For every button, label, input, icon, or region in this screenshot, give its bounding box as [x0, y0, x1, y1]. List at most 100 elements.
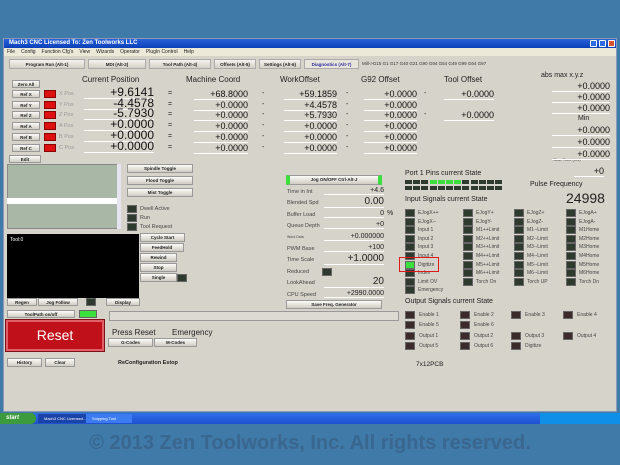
- single-button[interactable]: Single: [140, 273, 177, 282]
- jog-toggle-button[interactable]: Jog ON/OFF Ctrl-Alt-J: [286, 175, 382, 185]
- start-button[interactable]: start: [0, 413, 36, 424]
- machine-coord-dro[interactable]: +0.0000: [194, 121, 248, 133]
- flood-toggle-button[interactable]: Flood Toggle: [127, 176, 193, 185]
- input-signal-label: EJogY-: [476, 218, 492, 225]
- work-offset-dro[interactable]: +0.0000: [284, 121, 337, 133]
- equals-sign: =: [168, 90, 173, 97]
- port-pin-led: [495, 186, 503, 190]
- diag-label: Word Data: [287, 234, 304, 239]
- tool-offset-dro[interactable]: +0.0000: [444, 89, 494, 100]
- g92-offset-dro[interactable]: +0.0000: [364, 132, 417, 143]
- work-offset-dro[interactable]: +4.4578: [284, 100, 337, 111]
- machine-coord-dro[interactable]: +0.0000: [194, 100, 248, 111]
- mist-toggle-button[interactable]: Mist Toggle: [127, 188, 193, 197]
- list-scrollbar[interactable]: [117, 164, 121, 229]
- machine-coord-dro[interactable]: +68.8000: [194, 89, 248, 100]
- ref-z-button[interactable]: Ref Z: [12, 111, 40, 120]
- axis-ref-led: [44, 111, 56, 120]
- tab[interactable]: Tool Path (Alt-4): [149, 59, 211, 69]
- abs-max-dro[interactable]: +0.0000: [552, 103, 610, 114]
- reset-button[interactable]: Reset: [5, 319, 105, 352]
- tab[interactable]: Offsets (Alt-5): [214, 59, 256, 69]
- maximize-button[interactable]: [599, 40, 606, 47]
- minimize-button[interactable]: [590, 40, 597, 47]
- feedhold-button[interactable]: FeedHold: [140, 243, 184, 252]
- menu-item[interactable]: Operator: [120, 49, 140, 55]
- g92-offset-dro[interactable]: +0.0000: [364, 110, 417, 122]
- menu-item[interactable]: Wizards: [96, 49, 114, 55]
- ref-x-button[interactable]: Ref X: [12, 90, 40, 98]
- ref-a-button[interactable]: Ref A: [12, 122, 40, 131]
- taskbar-item-mach3[interactable]: Mach3 CNC Licensed...: [38, 414, 86, 423]
- input-led: [463, 277, 473, 286]
- zero-all-button[interactable]: Zero All: [12, 80, 40, 88]
- tool-offset-dro[interactable]: +0.0000: [444, 110, 494, 122]
- close-button[interactable]: [608, 40, 615, 47]
- diag-label: Buffer Load: [287, 211, 316, 218]
- stop-button[interactable]: Stop: [140, 263, 177, 272]
- machine-coord-dro[interactable]: +0.0000: [194, 143, 248, 154]
- g-codes-button[interactable]: G-Codes: [108, 338, 153, 347]
- diag-value: +0.000000: [324, 233, 384, 241]
- tab[interactable]: Diagnostics (Alt-7): [304, 59, 359, 69]
- menu-item[interactable]: Function Cfg's: [42, 49, 74, 55]
- output-led: [460, 311, 470, 319]
- display-button[interactable]: Display: [106, 298, 140, 306]
- work-offset-dro[interactable]: +0.0000: [284, 143, 337, 154]
- machine-coord-dro[interactable]: +0.0000: [194, 132, 248, 143]
- min-dro[interactable]: +0.0000: [552, 137, 610, 148]
- regen-button[interactable]: Regen: [7, 298, 37, 306]
- taskbar-item-snipping[interactable]: Snipping Tool: [86, 414, 132, 423]
- output-signals-title: Output Signals current State: [405, 298, 493, 305]
- menu-item[interactable]: View: [79, 49, 90, 55]
- work-offset-dro[interactable]: +0.0000: [284, 132, 337, 143]
- rewind-button[interactable]: Rewind: [140, 253, 177, 262]
- output-led: [563, 331, 573, 340]
- min-dro[interactable]: +0.0000: [552, 125, 610, 136]
- menu-item[interactable]: Help: [184, 49, 194, 55]
- minus-sign: -: [262, 122, 265, 130]
- history-button[interactable]: History: [7, 358, 42, 367]
- m-codes-button[interactable]: M-Codes: [154, 338, 197, 347]
- menu-item[interactable]: File: [7, 49, 15, 55]
- ref-y-button[interactable]: Ref Y: [12, 100, 40, 109]
- tab[interactable]: Settings (Alt-6): [259, 59, 301, 69]
- ref-b-button[interactable]: Ref B: [12, 132, 40, 141]
- jog-follow-button[interactable]: Jog Follow: [38, 298, 78, 306]
- toolpath-toggle-button[interactable]: ToolPath on/off: [7, 310, 75, 318]
- input-led: [405, 286, 415, 295]
- input-signal-label: M6Home: [579, 270, 600, 277]
- mdi-history-list[interactable]: [7, 164, 121, 229]
- abs-max-dro[interactable]: +0.0000: [552, 81, 610, 92]
- input-led: [514, 252, 524, 260]
- tab[interactable]: Program Run (Alt-1): [9, 59, 85, 69]
- header-tool: Tool Offset: [444, 75, 483, 84]
- tab[interactable]: MDI (Alt-2): [88, 59, 146, 69]
- input-led: [514, 217, 524, 226]
- copyright-watermark: © 2013 Zen Toolworks, Inc. All rights re…: [89, 432, 531, 454]
- diag-label: PWM Base: [287, 246, 315, 252]
- current-position-dro[interactable]: +0.0000: [84, 140, 154, 153]
- emergency-label: Emergency: [172, 328, 213, 337]
- machine-coord-dro[interactable]: +0.0000: [194, 110, 248, 122]
- menu-item[interactable]: Config: [21, 49, 35, 55]
- min-dro[interactable]: +0.0000: [552, 149, 610, 160]
- slow-time-dro[interactable]: +0: [574, 166, 604, 177]
- work-offset-dro[interactable]: +59.1859: [284, 89, 337, 100]
- g92-offset-dro[interactable]: +0.0000: [364, 89, 417, 100]
- abs-max-dro[interactable]: +0.0000: [552, 92, 610, 103]
- g92-offset-dro[interactable]: +0.0000: [364, 100, 417, 111]
- save-freq-generator-button[interactable]: Save Freq. Generator: [286, 300, 382, 309]
- single-led: [177, 274, 187, 282]
- equals-sign: =: [168, 111, 173, 119]
- menu-item[interactable]: PlugIn Control: [146, 49, 178, 55]
- g92-offset-dro[interactable]: +0.0000: [364, 143, 417, 154]
- work-offset-dro[interactable]: +5.7930: [284, 110, 337, 122]
- edit-button[interactable]: Edit: [9, 155, 41, 163]
- clear-button[interactable]: Clear: [45, 358, 75, 367]
- spindle-toggle-button[interactable]: Spindle Toggle: [127, 164, 193, 173]
- cycle-button[interactable]: Cycle Start: [140, 233, 185, 242]
- g92-offset-dro[interactable]: +0.0000: [364, 121, 417, 133]
- ref-c-button[interactable]: Ref C: [12, 143, 40, 152]
- input-led: [514, 209, 524, 217]
